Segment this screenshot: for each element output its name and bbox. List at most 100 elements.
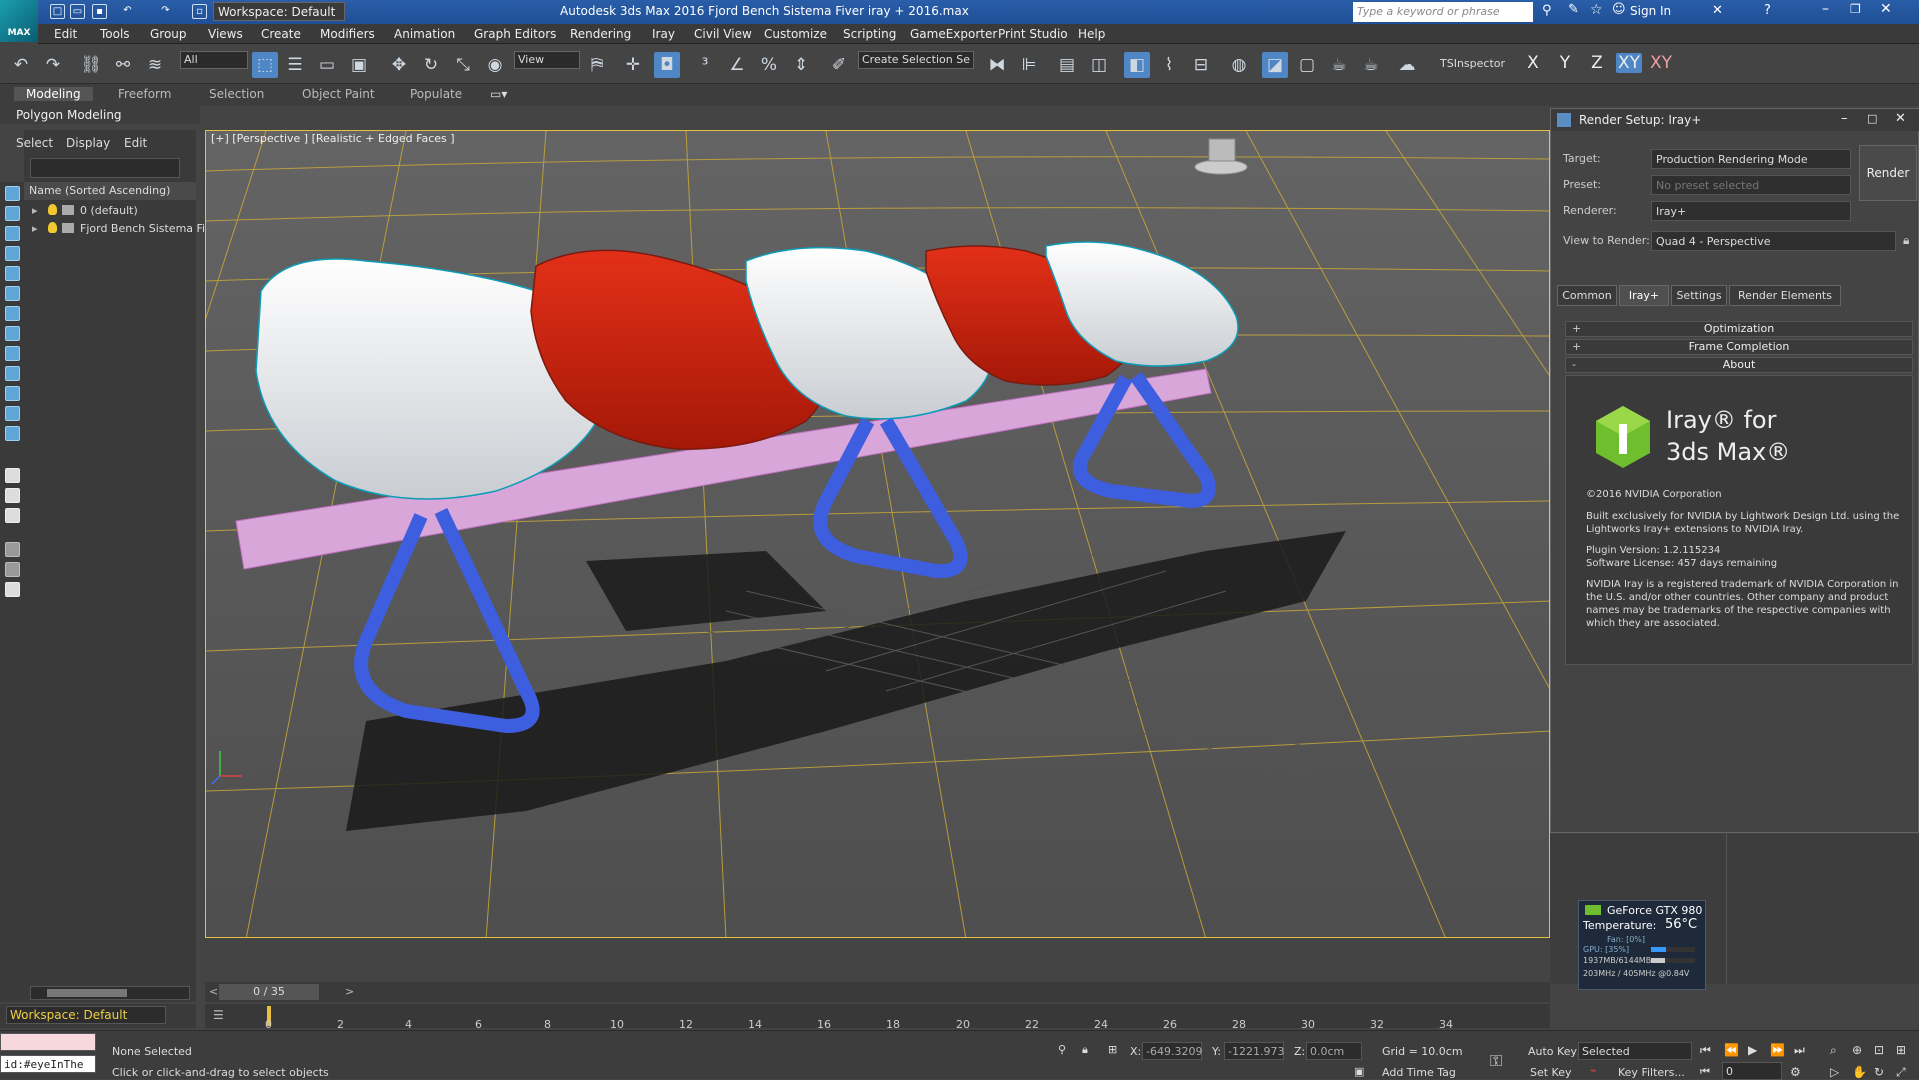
time-configuration-icon[interactable]: ⚙ <box>1790 1065 1801 1079</box>
next-frame-icon[interactable]: ⏩ <box>1770 1043 1785 1057</box>
menu-rendering[interactable]: Rendering <box>570 27 631 41</box>
selection-lock-icon[interactable]: 🔒︎ <box>1082 1043 1088 1057</box>
menu-create[interactable]: Create <box>261 27 301 41</box>
y-coord-input[interactable]: -1221.973 <box>1224 1042 1284 1060</box>
explorer-row[interactable]: ▸ 0 (default) <box>24 202 196 220</box>
display-none-icon[interactable] <box>5 488 20 503</box>
menu-views[interactable]: Views <box>208 27 243 41</box>
snaps-toggle-icon[interactable]: ³ <box>692 52 718 78</box>
display-containers-icon[interactable] <box>5 386 20 401</box>
display-space-warps-icon[interactable] <box>5 306 20 321</box>
pan-icon[interactable]: ✋ <box>1852 1065 1867 1079</box>
key-mode-toggle-icon[interactable]: ⏮ <box>1700 1065 1710 1079</box>
display-cameras-icon[interactable] <box>5 266 20 281</box>
selection-filter-dropdown[interactable]: All <box>180 51 248 69</box>
display-all-icon[interactable] <box>5 468 20 483</box>
explorer-menu-display[interactable]: Display <box>66 136 110 150</box>
menu-graph-editors[interactable]: Graph Editors <box>474 27 556 41</box>
axis-xy-cycle-button[interactable]: XY <box>1648 53 1674 73</box>
workspace-dropdown[interactable]: Workspace: Default <box>213 2 345 21</box>
add-time-tag-button[interactable]: Add Time Tag <box>1382 1066 1456 1079</box>
viewport-scene[interactable] <box>206 131 1550 938</box>
explorer-column-header[interactable]: Name (Sorted Ascending) <box>24 182 196 200</box>
hierarchy-icon[interactable] <box>5 562 20 577</box>
scale-icon[interactable]: ⤡ <box>450 52 476 78</box>
search-input[interactable]: Type a keyword or phrase <box>1353 2 1533 22</box>
named-selection-dropdown[interactable]: Create Selection Se <box>858 51 974 69</box>
link-icon[interactable]: ⛓ <box>78 52 104 78</box>
set-key-button[interactable]: Set Key <box>1530 1066 1572 1079</box>
restore-icon[interactable]: ❐ <box>1850 2 1861 16</box>
app-logo[interactable]: MAX <box>0 0 38 42</box>
explorer-menu-edit[interactable]: Edit <box>124 136 147 150</box>
default-in-out-tangent-icon[interactable]: ⚿ <box>1490 1051 1502 1071</box>
zoom-all-icon[interactable]: ⊕ <box>1852 1043 1862 1057</box>
expand-arrow-icon[interactable]: ▸ <box>32 222 38 235</box>
favorites-icon[interactable]: ☆ <box>1590 2 1603 18</box>
filter-icon[interactable] <box>5 542 20 557</box>
align-icon[interactable]: ⊫ <box>1016 52 1042 78</box>
go-to-end-icon[interactable]: ⏭ <box>1794 1043 1805 1058</box>
zoom-extents-icon[interactable]: ⊡ <box>1874 1043 1884 1057</box>
time-tag-icon[interactable]: ▣ <box>1354 1065 1364 1078</box>
keyboard-shortcut-toggle-icon[interactable]: ◘ <box>654 52 680 78</box>
select-none-icon[interactable] <box>5 186 20 201</box>
mirror-icon[interactable]: ⧓ <box>984 52 1010 78</box>
menu-tools[interactable]: Tools <box>100 27 130 41</box>
render-iterative-icon[interactable]: ☕ <box>1358 52 1384 78</box>
maxscript-listener-pink[interactable] <box>0 1033 96 1051</box>
open-file-icon[interactable]: ▭ <box>70 4 85 19</box>
axis-xy-button[interactable]: XY <box>1616 53 1642 73</box>
rectangular-selection-icon[interactable]: ▭ <box>314 52 340 78</box>
absolute-relative-icon[interactable]: ⊞ <box>1108 1043 1117 1056</box>
redo-icon[interactable]: ↷ <box>40 52 66 78</box>
x-coord-input[interactable]: -649.3209 <box>1142 1042 1202 1060</box>
select-manipulate-icon[interactable]: ✛ <box>620 52 646 78</box>
viewport-label[interactable]: [+] [Perspective ] [Realistic + Edged Fa… <box>211 132 455 145</box>
expand-arrow-icon[interactable]: ▸ <box>32 204 38 217</box>
isolate-selection-icon[interactable]: ⚲ <box>1058 1043 1066 1056</box>
field-of-view-icon[interactable]: ▷ <box>1830 1065 1839 1079</box>
render-production-icon[interactable]: ☕ <box>1326 52 1352 78</box>
edit-named-selection-icon[interactable]: ✐ <box>826 52 852 78</box>
menu-modifiers[interactable]: Modifiers <box>320 27 375 41</box>
renderer-dropdown[interactable]: Iray+ <box>1651 201 1851 221</box>
ribbon-options-icon[interactable]: ▭▾ <box>490 87 507 101</box>
material-editor-icon[interactable]: ◍ <box>1226 52 1252 78</box>
key-mode-dropdown[interactable]: Selected <box>1578 1042 1692 1060</box>
menu-civil-view[interactable]: Civil View <box>694 27 752 41</box>
preset-dropdown[interactable]: No preset selected <box>1651 175 1851 195</box>
maximize-icon[interactable]: □ <box>1867 112 1877 125</box>
rollout-frame-completion[interactable]: + Frame Completion <box>1565 339 1913 355</box>
axis-y-button[interactable]: Y <box>1552 53 1578 73</box>
user-icon[interactable]: ☺ <box>1612 2 1626 17</box>
schematic-view-icon[interactable]: ⊟ <box>1188 52 1214 78</box>
ribbon-tab-object-paint[interactable]: Object Paint <box>302 87 375 101</box>
render-setup-icon[interactable]: ◪ <box>1262 52 1288 78</box>
select-object-icon[interactable]: ⬚ <box>252 52 278 78</box>
rotate-icon[interactable]: ↻ <box>418 52 444 78</box>
orbit-icon[interactable]: ↻ <box>1874 1065 1884 1079</box>
z-coord-input[interactable]: 0.0cm <box>1306 1042 1362 1060</box>
axis-x-button[interactable]: X <box>1520 53 1546 73</box>
display-hidden-icon[interactable] <box>5 426 20 441</box>
minimize-icon[interactable]: – <box>1841 111 1848 126</box>
go-to-start-icon[interactable]: ⏮ <box>1700 1043 1711 1058</box>
display-shapes-icon[interactable] <box>5 226 20 241</box>
maxscript-mini-listener[interactable]: id:#eyeInThe <box>0 1055 96 1073</box>
lightbulb-icon[interactable] <box>48 204 57 215</box>
reference-coordinate-dropdown[interactable]: View <box>514 51 580 69</box>
save-icon[interactable]: ▪ <box>92 4 107 19</box>
polygon-modeling-panel[interactable]: Polygon Modeling <box>16 108 122 122</box>
maximize-viewport-icon[interactable]: ⤢ <box>1896 1065 1906 1080</box>
menu-print-studio[interactable]: Print Studio <box>998 27 1068 41</box>
menu-customize[interactable]: Customize <box>764 27 827 41</box>
menu-animation[interactable]: Animation <box>394 27 455 41</box>
lightbulb-icon[interactable] <box>48 222 57 233</box>
display-bones-icon[interactable] <box>5 366 20 381</box>
current-frame-input[interactable]: 0 <box>1722 1062 1782 1080</box>
help-icon[interactable]: ? <box>1764 3 1771 18</box>
time-slider-next-icon[interactable]: > <box>345 985 354 998</box>
tab-common[interactable]: Common <box>1557 285 1617 306</box>
ribbon-tab-freeform[interactable]: Freeform <box>118 87 171 101</box>
